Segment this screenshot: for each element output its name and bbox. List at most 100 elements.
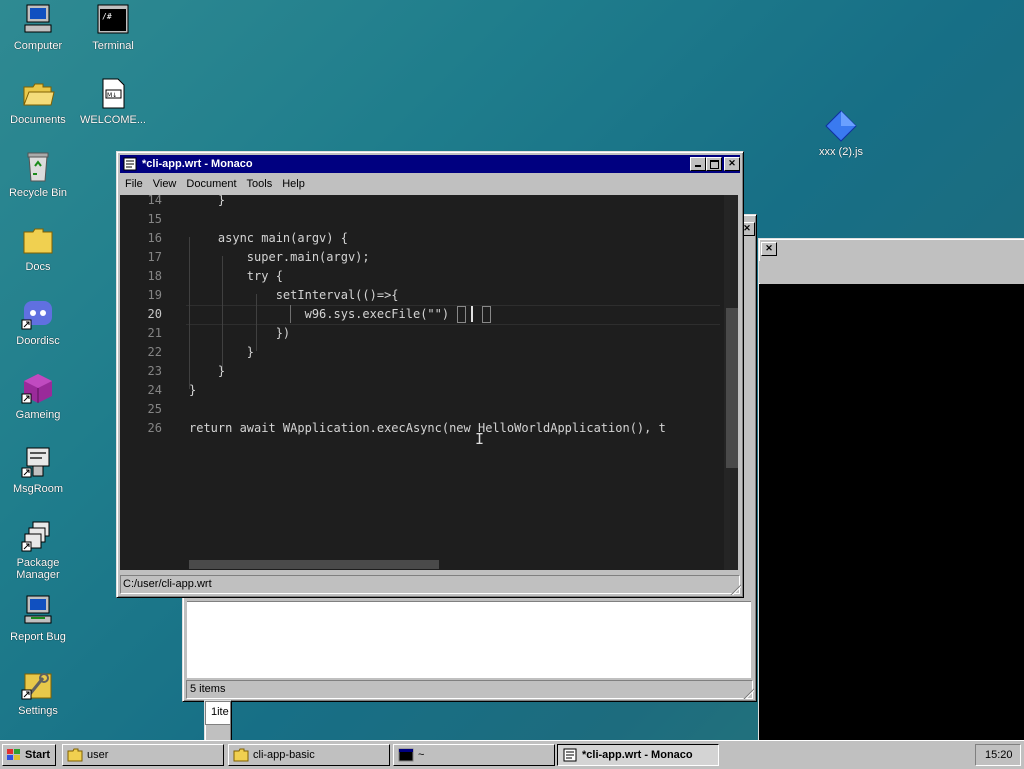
desktop-icon-label: Recycle Bin [8,187,68,199]
desktop-icon-settings[interactable]: Settings [0,668,76,717]
desktop-icon-label: Doordisc [16,335,60,347]
scrollbar-thumb[interactable] [189,560,439,569]
desktop-icon-label: Gameing [15,409,61,421]
taskbar-button-terminal[interactable]: ~ [393,744,555,766]
start-label: Start [25,749,51,761]
svg-text:/#: /# [102,12,112,21]
vertical-scrollbar[interactable] [724,195,738,570]
menu-file[interactable]: File [120,175,148,190]
line-number: 26 [147,421,162,435]
clock[interactable]: 15:20 [985,749,1013,761]
scrollbar-thumb[interactable] [726,308,738,468]
desktop-icon-doordisc[interactable]: Doordisc [0,298,76,347]
resize-grip-icon[interactable] [729,583,741,595]
code-line: setInterval(()=>{ [189,288,399,302]
terminal-icon: /# [96,3,130,37]
folder-icon [21,224,55,258]
folder-icon [233,748,249,762]
doordisc-icon [21,298,55,332]
desktop-icon-gameing[interactable]: Gameing [0,372,76,421]
desktop-icon-label: Computer [13,40,63,52]
terminal-icon [398,748,414,762]
desktop-icon-docs[interactable]: Docs [0,224,76,273]
task-label: *cli-app.wrt - Monaco [582,749,693,761]
code-line: } [189,383,197,397]
notepad-icon [563,748,577,762]
desktop-icon-documents[interactable]: Documents [0,77,76,126]
code-line: super.main(argv); [189,250,370,264]
taskbar: Start user cli-app-basic ~ *cli-app.wrt … [0,740,1024,769]
peek-text: 1ite [211,706,229,718]
js-file-icon [824,109,858,143]
taskbar-button-cli-app-basic[interactable]: cli-app-basic [228,744,390,766]
bracket-match-left [457,306,466,323]
desktop-icon-msgroom[interactable]: MsgRoom [0,446,76,495]
settings-icon [21,668,55,702]
line-number: 23 [147,364,162,378]
code-line: } [189,195,226,207]
menu-help[interactable]: Help [277,175,310,190]
code-line: } [189,345,255,359]
desktop-icon-recycle-bin[interactable]: Recycle Bin [0,150,76,199]
line-number: 15 [147,212,162,226]
menu-tools[interactable]: Tools [242,175,278,190]
desktop-icon-xxx-js[interactable]: xxx (2).js [803,109,879,158]
window-title: *cli-app.wrt - Monaco [142,158,253,170]
code-editor[interactable]: 14 } 15 16 async main(argv) { 17 super.m… [120,195,738,570]
taskbar-button-user[interactable]: user [62,744,224,766]
menu-view[interactable]: View [148,175,182,190]
task-label: ~ [418,749,425,761]
desktop-icon-label: xxx (2).js [819,146,863,158]
close-icon: ✕ [728,158,736,168]
desktop-icon-package-manager[interactable]: Package Manager [0,520,76,581]
desktop-icon-welcome[interactable]: M↓ WELCOME... [75,77,151,126]
maximize-button[interactable] [706,157,722,171]
status-text: 5 items [190,683,226,695]
terminal-output[interactable] [759,284,1024,741]
desktop-icon-report-bug[interactable]: Report Bug [0,594,76,643]
line-number: 24 [147,383,162,397]
line-number: 19 [147,288,162,302]
folder-open-icon [21,77,55,111]
close-button[interactable]: ✕ [724,157,740,171]
notepad-icon [123,157,137,171]
minimize-button[interactable] [690,157,706,171]
bug-report-icon [21,594,55,628]
line-number: 17 [147,250,162,264]
text-cursor [471,306,473,322]
windows-logo-icon [7,749,20,760]
line-number: 20 [147,307,162,321]
package-icon [21,520,55,554]
svg-text:M↓: M↓ [107,92,117,99]
code-line: }) [189,326,291,340]
explorer-content[interactable] [187,601,751,678]
menu-document[interactable]: Document [181,175,241,190]
title-bar[interactable]: *cli-app.wrt - Monaco ✕ [120,155,740,173]
desktop-icon-label: MsgRoom [12,483,64,495]
bracket-match-right [482,306,491,323]
terminal-menubar [759,261,1024,283]
line-number: 16 [147,231,162,245]
line-number: 22 [147,345,162,359]
system-tray: 15:20 [975,744,1021,766]
line-number: 25 [147,402,162,416]
desktop-icon-terminal[interactable]: /# Terminal [75,3,151,52]
horizontal-scrollbar[interactable] [120,558,724,570]
code-line: } [189,364,226,378]
resize-grip-icon[interactable] [742,687,754,699]
code-line: w96.sys.execFile("") [189,307,450,321]
terminal-window[interactable]: ✕ [758,238,1024,742]
editor-window[interactable]: *cli-app.wrt - Monaco ✕ File View Document… [116,151,744,598]
desktop-icon-computer[interactable]: Computer [0,3,76,52]
close-button[interactable]: ✕ [761,242,777,256]
background-window[interactable]: 1ite [204,700,232,742]
start-button[interactable]: Start [2,744,56,766]
menu-bar: File View Document Tools Help [120,175,740,193]
desktop-icon-label: WELCOME... [79,114,146,126]
mouse-ibeam-icon: I [475,430,485,448]
desktop-icon-label: Terminal [92,40,134,52]
code-line: return await WApplication.execAsync(new … [189,421,666,435]
folder-icon [67,748,83,762]
recycle-bin-icon [21,150,55,184]
taskbar-button-monaco[interactable]: *cli-app.wrt - Monaco [557,744,719,766]
